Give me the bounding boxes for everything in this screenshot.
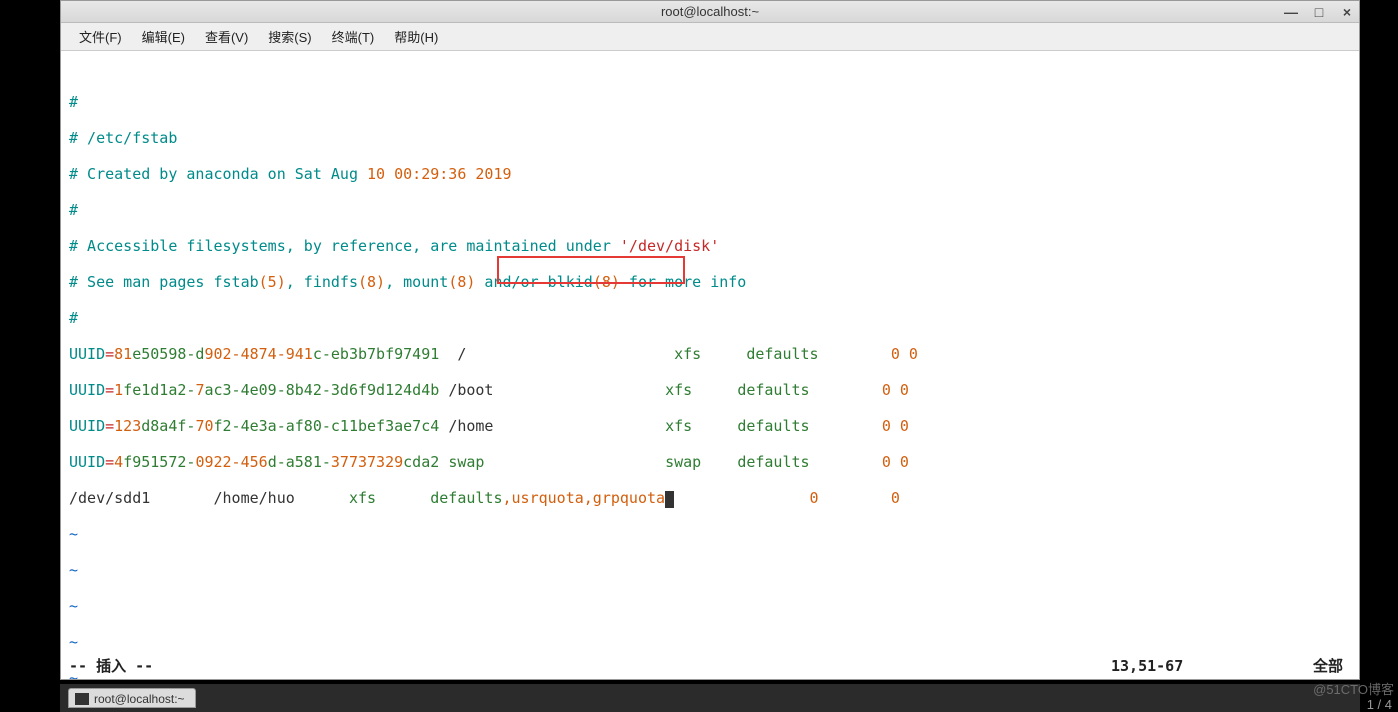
taskbar-item-label: root@localhost:~ [94, 692, 185, 706]
close-icon[interactable]: × [1339, 4, 1355, 20]
fstab-entry-editing: /dev/sdd1 /home/huo xfs defaults,usrquot… [69, 489, 1351, 507]
text-cursor [665, 491, 674, 508]
minimize-icon[interactable]: — [1283, 4, 1299, 20]
line: # See man pages fstab(5), findfs(8), mou… [69, 273, 1351, 291]
watermark: @51CTO博客 [1313, 679, 1394, 698]
vim-cursor-position: 13,51-67 [1111, 657, 1271, 675]
vim-scroll-position: 全部 [1271, 657, 1351, 675]
page-indicator: 1 / 4 [1367, 697, 1392, 712]
terminal-area[interactable]: # # /etc/fstab # Created by anaconda on … [61, 51, 1359, 679]
line: # [69, 309, 1351, 327]
fstab-entry: UUID=4f951572-0922-456d-a581-37737329cda… [69, 453, 1351, 471]
titlebar[interactable]: root@localhost:~ — □ × [61, 1, 1359, 23]
vim-status-line: -- 插入 -- 13,51-67 全部 [69, 657, 1351, 675]
empty-line: ~ [69, 561, 1351, 579]
line: # Created by anaconda on Sat Aug 10 00:2… [69, 165, 1351, 183]
empty-line: ~ [69, 597, 1351, 615]
taskbar-item-terminal[interactable]: root@localhost:~ [68, 688, 196, 708]
line: # /etc/fstab [69, 129, 1351, 147]
terminal-window: root@localhost:~ — □ × 文件(F) 编辑(E) 查看(V)… [60, 0, 1360, 680]
menubar: 文件(F) 编辑(E) 查看(V) 搜索(S) 终端(T) 帮助(H) [61, 23, 1359, 51]
menu-terminal[interactable]: 终端(T) [324, 25, 383, 48]
window-title: root@localhost:~ [661, 4, 759, 19]
taskbar[interactable]: root@localhost:~ [60, 684, 1360, 712]
maximize-icon[interactable]: □ [1311, 4, 1327, 20]
menu-edit[interactable]: 编辑(E) [134, 25, 193, 48]
menu-help[interactable]: 帮助(H) [386, 25, 446, 48]
empty-line: ~ [69, 525, 1351, 543]
fstab-entry: UUID=81e50598-d902-4874-941c-eb3b7bf9749… [69, 345, 1351, 363]
vim-mode: -- 插入 -- [69, 657, 1111, 675]
line: # [69, 93, 1351, 111]
line: # [69, 201, 1351, 219]
line: # Accessible filesystems, by reference, … [69, 237, 1351, 255]
menu-search[interactable]: 搜索(S) [260, 25, 319, 48]
empty-line: ~ [69, 633, 1351, 651]
fstab-entry: UUID=123d8a4f-70f2-4e3a-af80-c11bef3ae7c… [69, 417, 1351, 435]
terminal-icon [75, 693, 89, 705]
fstab-entry: UUID=1fe1d1a2-7ac3-4e09-8b42-3d6f9d124d4… [69, 381, 1351, 399]
menu-view[interactable]: 查看(V) [197, 25, 256, 48]
menu-file[interactable]: 文件(F) [71, 25, 130, 48]
